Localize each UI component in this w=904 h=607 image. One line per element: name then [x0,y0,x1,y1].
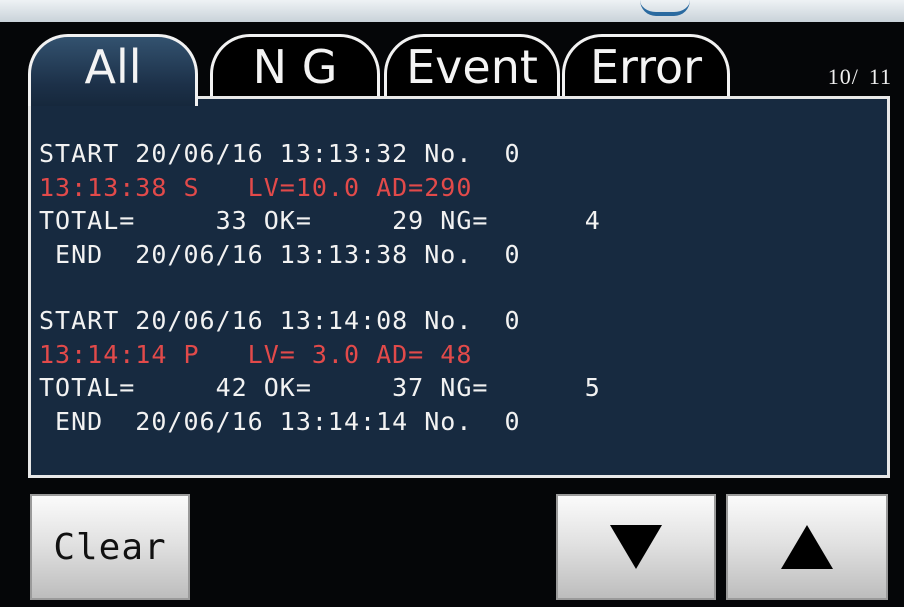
tab-bar: All N G Event Error 10/11 [18,26,898,106]
top-bezel-strip [0,0,904,22]
scroll-up-button[interactable] [726,494,888,600]
log-spacer [39,271,887,304]
scroll-down-button[interactable] [556,494,716,600]
tab-ng[interactable]: N G [210,34,380,98]
triangle-up-icon [781,525,833,569]
partial-logo-icon [640,0,690,16]
log-start-line: START 20/06/16 13:13:32 No. 0 [39,139,521,168]
screen: All N G Event Error 10/11 START 20/06/16… [0,0,904,607]
tab-all[interactable]: All [28,34,198,106]
tab-event[interactable]: Event [384,34,560,98]
page-current: 10/ [827,64,859,89]
log-end-line: END 20/06/16 13:13:38 No. 0 [39,239,521,269]
log-start-line: START 20/06/16 13:14:08 No. 0 [39,306,521,335]
log-total-line: TOTAL= 33 OK= 29 NG= 4 [39,206,601,235]
log-panel[interactable]: START 20/06/16 13:13:32 No. 0 13:13:38 S… [28,96,890,478]
log-value-line: 13:14:14 P LV= 3.0 AD= 48 [39,339,473,369]
page-indicator: 10/11 [818,64,892,90]
triangle-down-icon [610,525,662,569]
log-end-line: END 20/06/16 13:14:14 No. 0 [39,406,521,436]
tab-error[interactable]: Error [562,34,730,98]
log-value-line: 13:13:38 S LV=10.0 AD=290 [39,172,473,202]
page-total: 11 [868,64,892,89]
clear-button[interactable]: Clear [30,494,190,600]
log-total-line: TOTAL= 42 OK= 37 NG= 5 [39,373,601,402]
